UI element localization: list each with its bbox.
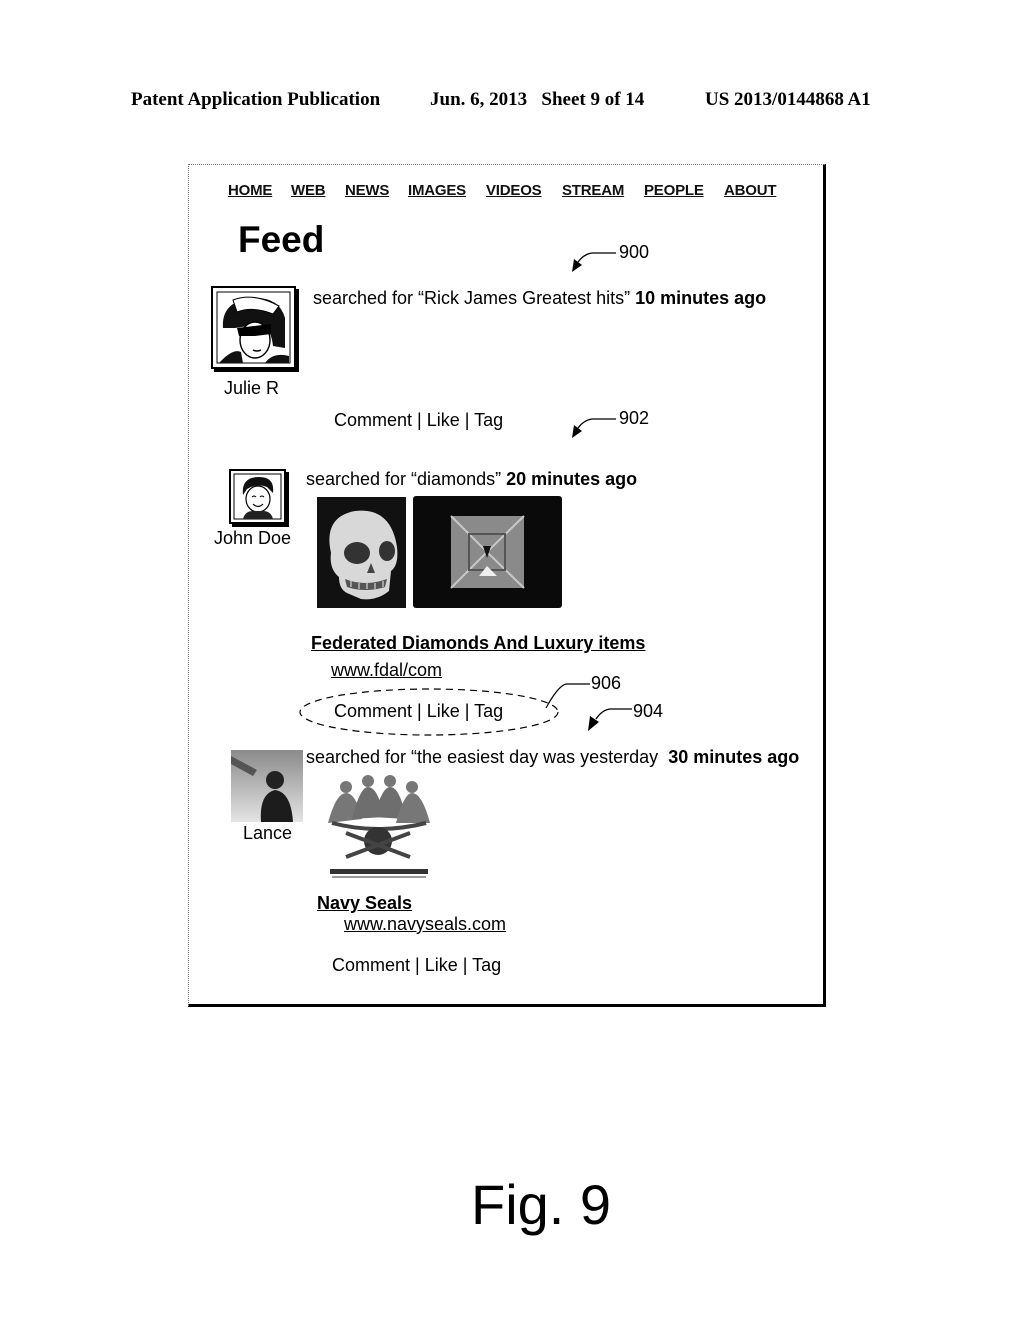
nav-videos[interactable]: VIDEOS — [486, 182, 542, 199]
timestamp: 10 minutes ago — [635, 288, 767, 308]
nav-about[interactable]: ABOUT — [724, 182, 777, 199]
patent-number: US 2013/0144868 A1 — [705, 89, 871, 110]
diamond-gem-icon — [450, 515, 525, 589]
feed-activity-text: searched for “Rick James Greatest hits” … — [313, 288, 766, 309]
leader-arrow-902 — [572, 418, 616, 438]
timestamp: 20 minutes ago — [506, 469, 638, 489]
avatar-john-doe[interactable] — [229, 469, 286, 524]
feed-activity-text: searched for “the easiest day was yester… — [306, 747, 799, 768]
avatar-lance[interactable] — [231, 750, 303, 822]
feed-activity-text: searched for “diamonds” 20 minutes ago — [306, 469, 637, 490]
result-title-link[interactable]: Federated Diamonds And Luxury items — [311, 633, 645, 654]
nav-web[interactable]: WEB — [291, 182, 326, 199]
patent-publication-label: Patent Application Publication — [131, 89, 381, 110]
timestamp: 30 minutes ago — [668, 747, 800, 767]
comment-like-tag-actions[interactable]: Comment | Like | Tag — [334, 701, 503, 722]
search-query-text: searched for “the easiest day was yester… — [306, 747, 659, 767]
leader-arrow-900 — [572, 252, 616, 272]
woman-sunglasses-portrait-icon — [216, 291, 291, 364]
skull-icon — [329, 510, 398, 600]
boy-portrait-icon — [233, 473, 282, 520]
ref-numeral-904: 904 — [633, 701, 664, 721]
diamond-image[interactable] — [413, 496, 562, 608]
result-url-link[interactable]: www.navyseals.com — [344, 914, 506, 935]
ref-numeral-902: 902 — [619, 408, 650, 428]
comment-like-tag-actions[interactable]: Comment | Like | Tag — [334, 410, 503, 431]
soldier-silhouette-icon — [231, 750, 303, 822]
result-url-link[interactable]: www.fdal/com — [331, 660, 442, 681]
nav-stream[interactable]: STREAM — [562, 182, 624, 199]
page-title: Feed — [238, 219, 325, 260]
navy-seals-emblem-image[interactable] — [322, 773, 436, 881]
username[interactable]: Lance — [243, 823, 292, 844]
nav-people[interactable]: PEOPLE — [644, 182, 704, 199]
skull-image[interactable] — [317, 497, 406, 608]
avatar-julie-r[interactable] — [211, 286, 296, 369]
nav-news[interactable]: NEWS — [345, 182, 389, 199]
search-query-text: searched for “Rick James Greatest hits” — [313, 288, 631, 308]
username[interactable]: Julie R — [224, 378, 279, 399]
seals-emblem-icon — [328, 775, 430, 878]
nav-images[interactable]: IMAGES — [408, 182, 466, 199]
patent-date-sheet: Jun. 6, 2013 Sheet 9 of 14 — [430, 89, 645, 110]
comment-like-tag-actions[interactable]: Comment | Like | Tag — [332, 955, 501, 976]
ref-numeral-900: 900 — [619, 242, 650, 262]
search-query-text: searched for “diamonds” — [306, 469, 502, 489]
result-title-link[interactable]: Navy Seals — [317, 893, 412, 914]
nav-home[interactable]: HOME — [228, 182, 272, 199]
leader-arrow-904 — [588, 708, 632, 731]
username[interactable]: John Doe — [214, 528, 291, 549]
figure-label: Fig. 9 — [471, 1173, 612, 1236]
ref-numeral-906: 906 — [591, 673, 622, 693]
